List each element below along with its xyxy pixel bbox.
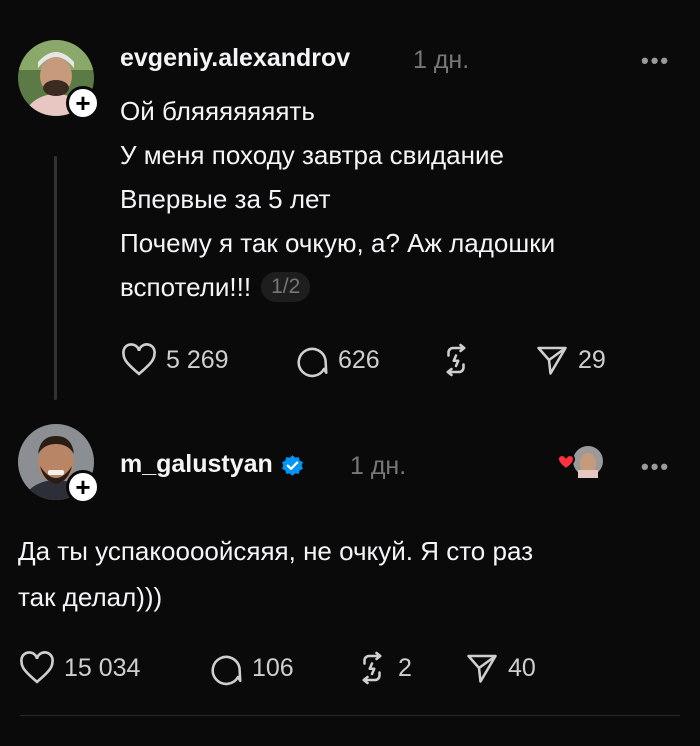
plus-icon: +: [75, 88, 91, 118]
more-icon[interactable]: •••: [641, 48, 670, 74]
share-button[interactable]: 29: [534, 340, 606, 380]
like-count: 15 034: [64, 653, 141, 682]
like-button[interactable]: 15 034: [18, 648, 140, 688]
repost-count: 2: [398, 653, 412, 682]
liked-by-avatars[interactable]: [552, 444, 612, 480]
thread-line: [54, 156, 57, 400]
username-text: m_galustyan: [120, 450, 273, 478]
like-count: 5 269: [166, 345, 229, 374]
carousel-page-indicator: 1/2: [261, 272, 311, 303]
divider: [20, 715, 680, 716]
heart-icon: [122, 343, 156, 376]
share-button[interactable]: 40: [464, 648, 536, 688]
comment-count: 626: [338, 345, 380, 374]
post-text: вспотели!!!: [120, 272, 252, 302]
repost-button[interactable]: [438, 340, 482, 380]
more-icon[interactable]: •••: [641, 454, 670, 480]
action-bar: 15 034 106 2 40: [18, 648, 578, 688]
verified-badge-icon: [281, 455, 303, 476]
like-button[interactable]: 5 269: [120, 340, 229, 380]
share-count: 40: [508, 653, 536, 682]
comment-count: 106: [252, 653, 294, 682]
post-galustyan: + m_galustyan 1 дн. ••• Да ты успакоооой…: [0, 410, 700, 746]
comment-icon: [211, 655, 242, 686]
comment-button[interactable]: 106: [208, 648, 294, 688]
post-text-line: так делал))): [18, 582, 163, 612]
post-text-line: Ой бляяяяяяять: [120, 96, 315, 126]
post-evgeniy: + evgeniy.alexandrov 1 дн. ••• Ой бляяяя…: [0, 0, 700, 410]
repost-icon: [362, 651, 382, 685]
send-icon: [537, 346, 567, 375]
heart-icon: [20, 651, 54, 684]
post-text-line: Да ты успакоооойсяяя, не очкуй. Я сто ра…: [18, 536, 534, 566]
share-count: 29: [578, 345, 606, 374]
username[interactable]: evgeniy.alexandrov: [120, 44, 350, 73]
action-bar: 5 269 626 29: [120, 340, 640, 380]
repost-icon: [446, 343, 466, 377]
comment-button[interactable]: 626: [294, 340, 380, 380]
repost-button[interactable]: 2: [354, 648, 412, 688]
username[interactable]: m_galustyan: [120, 450, 305, 479]
comment-icon: [297, 347, 328, 378]
plus-icon: +: [75, 472, 91, 502]
post-text-line: У меня походу завтра свидание: [120, 140, 504, 170]
post-text-line: Впервые за 5 лет: [120, 184, 331, 214]
post-text-line: Почему я так очкую, а? Аж ладошки: [120, 228, 556, 258]
follow-button[interactable]: +: [66, 86, 100, 120]
send-icon: [467, 654, 497, 683]
post-time: 1 дн.: [350, 452, 407, 480]
follow-button[interactable]: +: [66, 470, 100, 504]
post-text-line-last: вспотели!!! 1/2: [120, 272, 311, 304]
post-time: 1 дн.: [413, 46, 470, 74]
